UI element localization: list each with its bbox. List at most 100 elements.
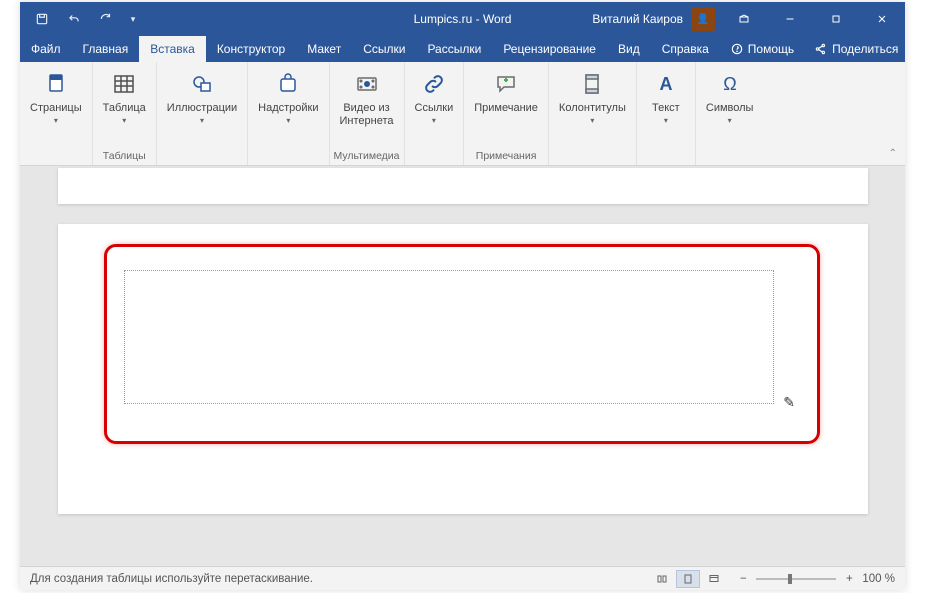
headerfooter-button[interactable]: Колонтитулы ▾ (553, 66, 632, 127)
group-tables: Таблица ▾ Таблицы (93, 62, 157, 165)
minimize-button[interactable] (767, 2, 813, 36)
chevron-down-icon: ▾ (200, 116, 204, 125)
zoom-in-button[interactable]: + (842, 573, 856, 585)
quick-access-toolbar: ▾ (20, 5, 142, 33)
qat-customize-button[interactable]: ▾ (124, 5, 142, 33)
comments-group-label: Примечания (468, 148, 544, 165)
group-headerfooter: Колонтитулы ▾ (549, 62, 637, 165)
table-icon (108, 68, 140, 100)
document-area[interactable]: ✎ (20, 166, 905, 566)
print-layout-button[interactable] (676, 570, 700, 588)
text-label: Текст (652, 102, 680, 115)
page-current: ✎ (58, 224, 868, 514)
links-label: Ссылки (415, 102, 454, 115)
zoom-slider[interactable] (756, 578, 836, 580)
page-previous (58, 168, 868, 204)
media-group-label: Мультимедиа (334, 148, 400, 165)
group-text: A Текст ▾ (637, 62, 696, 165)
group-addins: Надстройки ▾ (248, 62, 329, 165)
illustrations-label: Иллюстрации (167, 102, 237, 115)
table-draft-outline: ✎ (124, 270, 774, 404)
chevron-down-icon: ▾ (728, 116, 732, 125)
ribbon-options-button[interactable] (721, 2, 767, 36)
tab-file[interactable]: Файл (20, 36, 72, 62)
headerfooter-label: Колонтитулы (559, 102, 626, 115)
video-icon (351, 68, 383, 100)
pages-label: Страницы (30, 102, 82, 115)
table-label: Таблица (103, 102, 146, 115)
chevron-down-icon: ▾ (54, 116, 58, 125)
comment-icon (490, 68, 522, 100)
addins-icon (272, 68, 304, 100)
avatar[interactable]: 👤 (691, 7, 715, 31)
chevron-down-icon: ▾ (664, 116, 668, 125)
ribbon: Страницы ▾ Таблица ▾ Таблицы (20, 62, 905, 166)
tab-view[interactable]: Вид (607, 36, 651, 62)
chevron-down-icon: ▾ (122, 116, 126, 125)
status-message: Для создания таблицы используйте перетас… (30, 573, 650, 585)
link-icon (418, 68, 450, 100)
text-icon: A (650, 68, 682, 100)
symbols-label: Символы (706, 102, 754, 115)
svg-text:Ω: Ω (723, 74, 736, 94)
addins-label: Надстройки (258, 102, 318, 115)
symbols-button[interactable]: Ω Символы ▾ (700, 66, 760, 127)
group-links: Ссылки ▾ (405, 62, 465, 165)
group-symbols: Ω Символы ▾ (696, 62, 764, 165)
omega-icon: Ω (714, 68, 746, 100)
redo-button[interactable] (92, 5, 120, 33)
group-pages: Страницы ▾ (20, 62, 93, 165)
titlebar-right: Виталий Каиров 👤 (584, 2, 905, 36)
group-media: Видео из Интернета Мультимедиа (330, 62, 405, 165)
share-button[interactable]: Поделиться (804, 42, 908, 56)
draw-cursor-icon: ✎ (783, 394, 795, 411)
user-name[interactable]: Виталий Каиров (584, 12, 691, 26)
status-bar: Для создания таблицы используйте перетас… (20, 566, 905, 590)
zoom-control: − + 100 % (736, 573, 895, 585)
app-window: ▾ Lumpics.ru - Word Виталий Каиров 👤 Фай… (20, 2, 905, 590)
share-label: Поделиться (832, 42, 898, 56)
media-label: Видео из Интернета (340, 102, 394, 128)
tab-insert[interactable]: Вставка (139, 36, 206, 62)
web-layout-button[interactable] (702, 570, 726, 588)
pages-button[interactable]: Страницы ▾ (24, 66, 88, 127)
menu-bar: Файл Главная Вставка Конструктор Макет С… (20, 36, 905, 62)
shapes-icon (186, 68, 218, 100)
tab-help[interactable]: Справка (651, 36, 720, 62)
close-button[interactable] (859, 2, 905, 36)
maximize-button[interactable] (813, 2, 859, 36)
page-icon (40, 68, 72, 100)
zoom-thumb[interactable] (788, 574, 792, 584)
online-video-button[interactable]: Видео из Интернета (334, 66, 400, 130)
help-button[interactable]: Помощь (720, 42, 804, 56)
group-comments: Примечание Примечания (464, 62, 549, 165)
tab-review[interactable]: Рецензирование (492, 36, 607, 62)
window-title: Lumpics.ru - Word (414, 12, 512, 26)
help-label: Помощь (748, 42, 794, 56)
zoom-out-button[interactable]: − (736, 573, 750, 585)
collapse-ribbon-button[interactable]: ⌃ (889, 148, 897, 159)
table-button[interactable]: Таблица ▾ (97, 66, 152, 127)
view-mode-buttons (650, 570, 726, 588)
text-button[interactable]: A Текст ▾ (641, 66, 691, 127)
illustrations-button[interactable]: Иллюстрации ▾ (161, 66, 243, 127)
svg-text:A: A (659, 74, 672, 94)
tab-design[interactable]: Конструктор (206, 36, 296, 62)
links-button[interactable]: Ссылки ▾ (409, 66, 460, 127)
undo-button[interactable] (60, 5, 88, 33)
header-footer-icon (576, 68, 608, 100)
chevron-down-icon: ▾ (286, 116, 290, 125)
tab-references[interactable]: Ссылки (352, 36, 416, 62)
tab-home[interactable]: Главная (72, 36, 140, 62)
tab-layout[interactable]: Макет (296, 36, 352, 62)
chevron-down-icon: ▾ (590, 116, 594, 125)
comment-label: Примечание (474, 102, 538, 115)
autosave-icon[interactable] (28, 5, 56, 33)
read-mode-button[interactable] (650, 570, 674, 588)
tables-group-label: Таблицы (97, 148, 152, 165)
titlebar: ▾ Lumpics.ru - Word Виталий Каиров 👤 (20, 2, 905, 36)
comment-button[interactable]: Примечание (468, 66, 544, 117)
addins-button[interactable]: Надстройки ▾ (252, 66, 324, 127)
tab-mailings[interactable]: Рассылки (416, 36, 492, 62)
zoom-value[interactable]: 100 % (862, 573, 895, 585)
